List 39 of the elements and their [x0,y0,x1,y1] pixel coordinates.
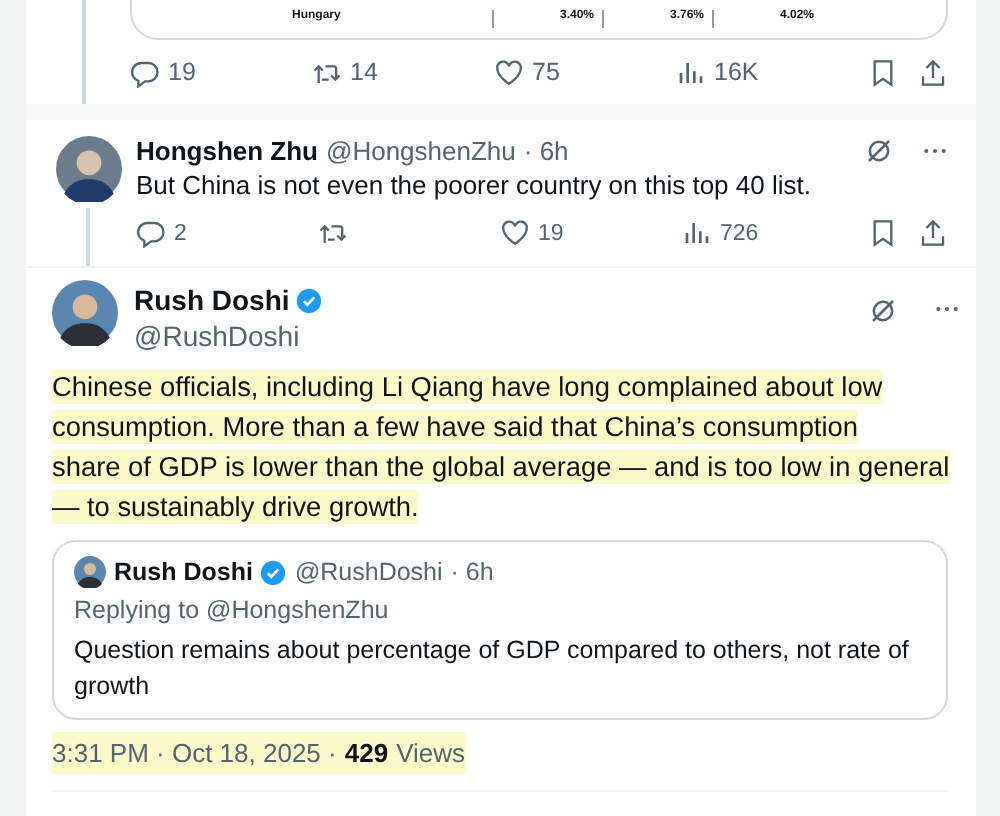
author-name[interactable]: Hongshen Zhu [136,136,318,166]
more-icon[interactable] [922,146,948,156]
replying-to-text: Replying to @HongshenZhu [74,596,391,624]
repost-count: 14 [350,58,378,86]
slashed-circle-icon[interactable] [868,296,898,326]
share-icon[interactable] [918,218,948,248]
like-count: 75 [532,58,560,86]
heart-icon[interactable] [494,57,524,87]
view-count: 16K [714,58,759,86]
avatar[interactable] [52,280,118,346]
post-time[interactable]: · 6h [523,136,569,166]
views-count: 429 [344,738,389,768]
views-label: Views [396,738,466,768]
author-name: Rush Doshi [114,558,253,586]
heart-icon[interactable] [500,218,530,248]
reply-icon[interactable] [130,57,160,87]
reply-text: But China is not even the poorer country on this top 40 list. [136,170,813,200]
more-icon[interactable] [934,304,960,314]
post-timestamp: 3:31 PM · Oct 18, 2025 · [52,738,337,768]
quoted-text: Question remains about percentage of GDP compared to others, not rate of growth [74,634,911,704]
reply-count: 19 [168,58,196,86]
reply-icon[interactable] [136,218,166,248]
slashed-circle-icon[interactable] [864,136,894,166]
author-handle[interactable]: @HongshenZhu [326,136,516,166]
like-count: 19 [538,221,564,245]
author-handle[interactable]: @RushDoshi [134,320,322,352]
bookmark-icon[interactable] [868,218,898,248]
bookmark-icon[interactable] [868,57,898,87]
author-name[interactable]: Rush Doshi [134,284,290,316]
author-handle: @RushDoshi [294,558,443,586]
quoted-post[interactable]: Rush Doshi @RushDoshi · 6h Replying to @HongshenZhu Question remains about percentage of GDP compared to others, not rate of growth [52,540,948,720]
views-icon[interactable] [676,57,706,87]
views-icon[interactable] [682,218,712,248]
post-time: · 6h [450,558,494,586]
share-icon[interactable] [918,57,948,87]
view-count: 726 [720,221,759,245]
avatar [74,556,106,588]
reply-count: 2 [174,221,187,245]
avatar[interactable] [55,136,121,202]
